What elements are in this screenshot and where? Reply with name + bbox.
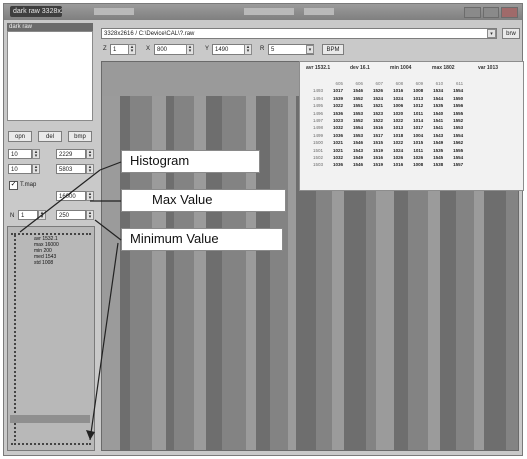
minimum-value-arrow-line — [89, 242, 119, 441]
arrow-head — [86, 430, 95, 440]
callout-arrows — [19, 161, 122, 441]
histogram-arrow-line — [19, 169, 101, 233]
minimum-value-arrow — [94, 219, 122, 241]
histogram-arrow — [99, 161, 122, 171]
